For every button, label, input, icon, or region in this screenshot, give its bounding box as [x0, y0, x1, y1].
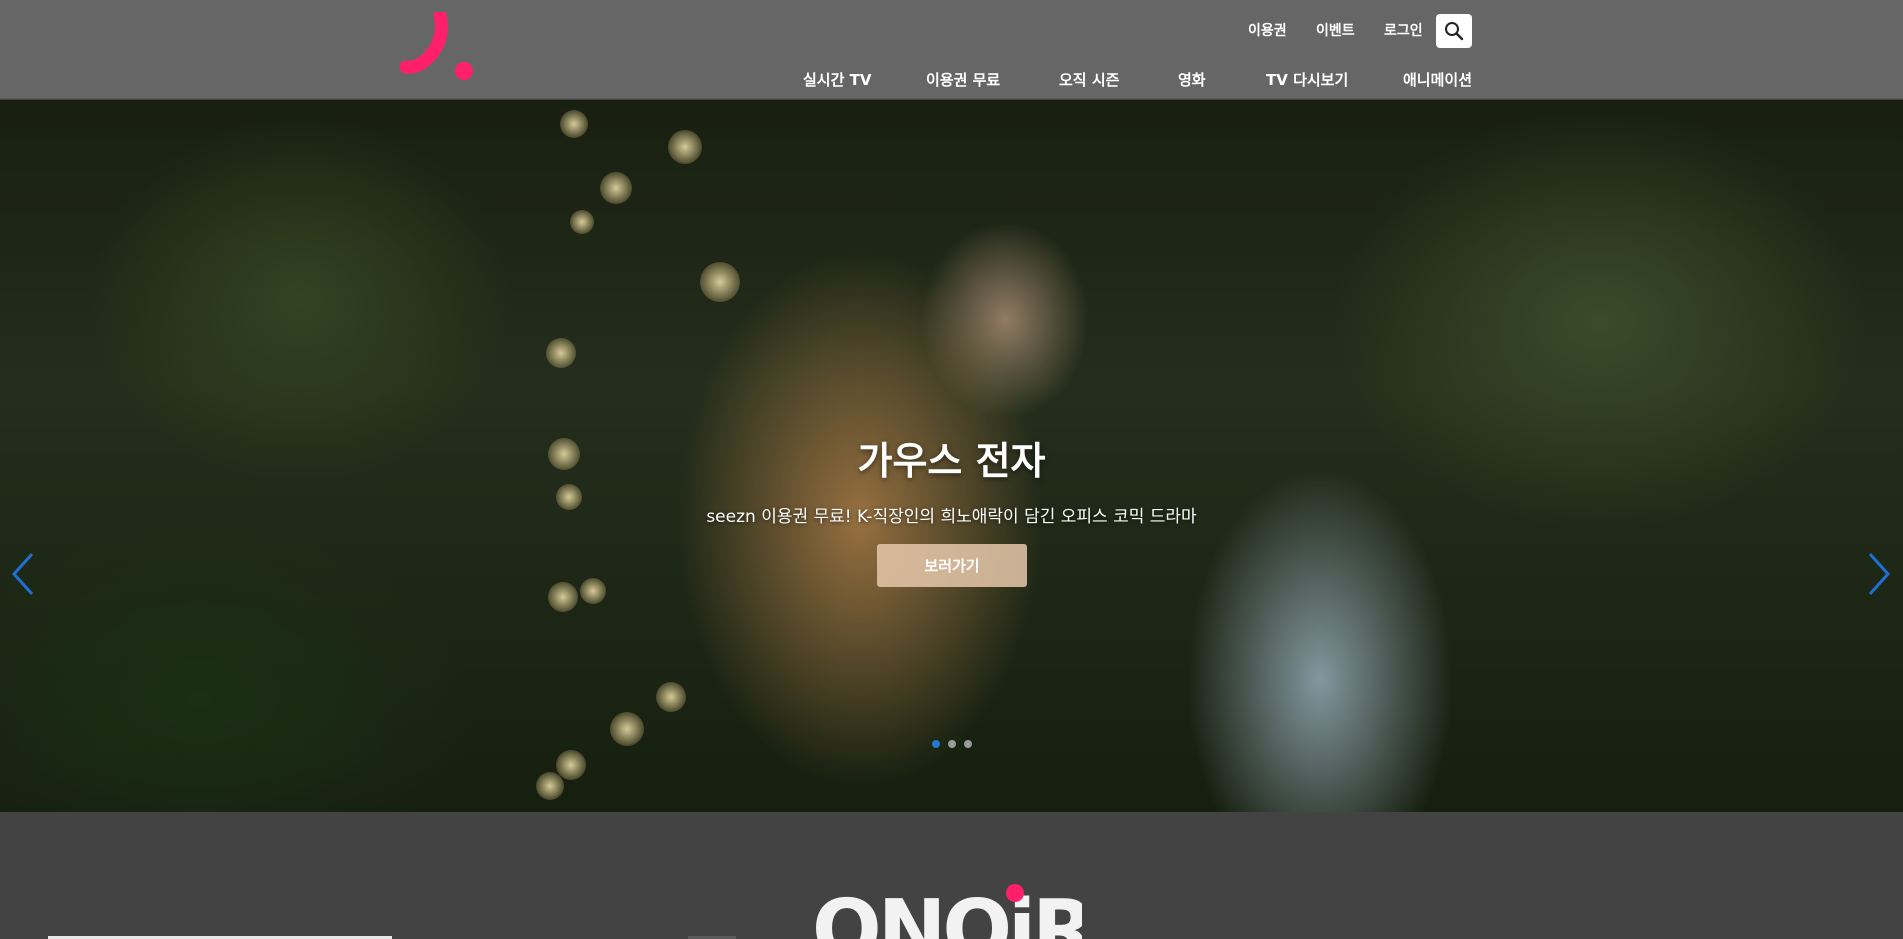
- slide-dot-3[interactable]: [964, 740, 972, 748]
- slide-dot-1[interactable]: [932, 740, 940, 748]
- onair-logo: ONQiR: [812, 883, 1082, 939]
- search-button[interactable]: [1436, 14, 1472, 48]
- prev-slide-arrow-icon[interactable]: [10, 552, 36, 596]
- nav-free-ticket[interactable]: 이용권 무료: [926, 69, 1000, 90]
- next-slide-arrow-icon[interactable]: [1866, 552, 1892, 596]
- slide-pagination: [932, 740, 972, 748]
- util-link-login[interactable]: 로그인: [1384, 20, 1423, 40]
- nav-live-tv[interactable]: 실시간 TV: [803, 69, 871, 90]
- site-header: 이용권 이벤트 로그인 실시간 TV 이용권 무료 오직 시즌 영화 TV 다시…: [0, 0, 1903, 99]
- util-link-event[interactable]: 이벤트: [1316, 20, 1355, 40]
- nav-only-seezn[interactable]: 오직 시즌: [1059, 69, 1119, 90]
- nav-animation[interactable]: 애니메이션: [1403, 69, 1472, 90]
- brand-logo[interactable]: [400, 12, 480, 84]
- slide-dot-2[interactable]: [948, 740, 956, 748]
- watch-button[interactable]: 보러가기: [877, 544, 1027, 587]
- nav-movie[interactable]: 영화: [1178, 69, 1206, 90]
- hero-subtitle: seezn 이용권 무료! K-직장인의 희노애락이 담긴 오피스 코믹 드라마: [706, 507, 1197, 527]
- nav-tv-replay[interactable]: TV 다시보기: [1266, 69, 1348, 90]
- search-icon: [1445, 22, 1464, 41]
- svg-text:ONQiR: ONQiR: [812, 883, 1082, 939]
- util-link-ticket[interactable]: 이용권: [1248, 20, 1287, 40]
- hero-title: 가우스 전자: [857, 439, 1046, 483]
